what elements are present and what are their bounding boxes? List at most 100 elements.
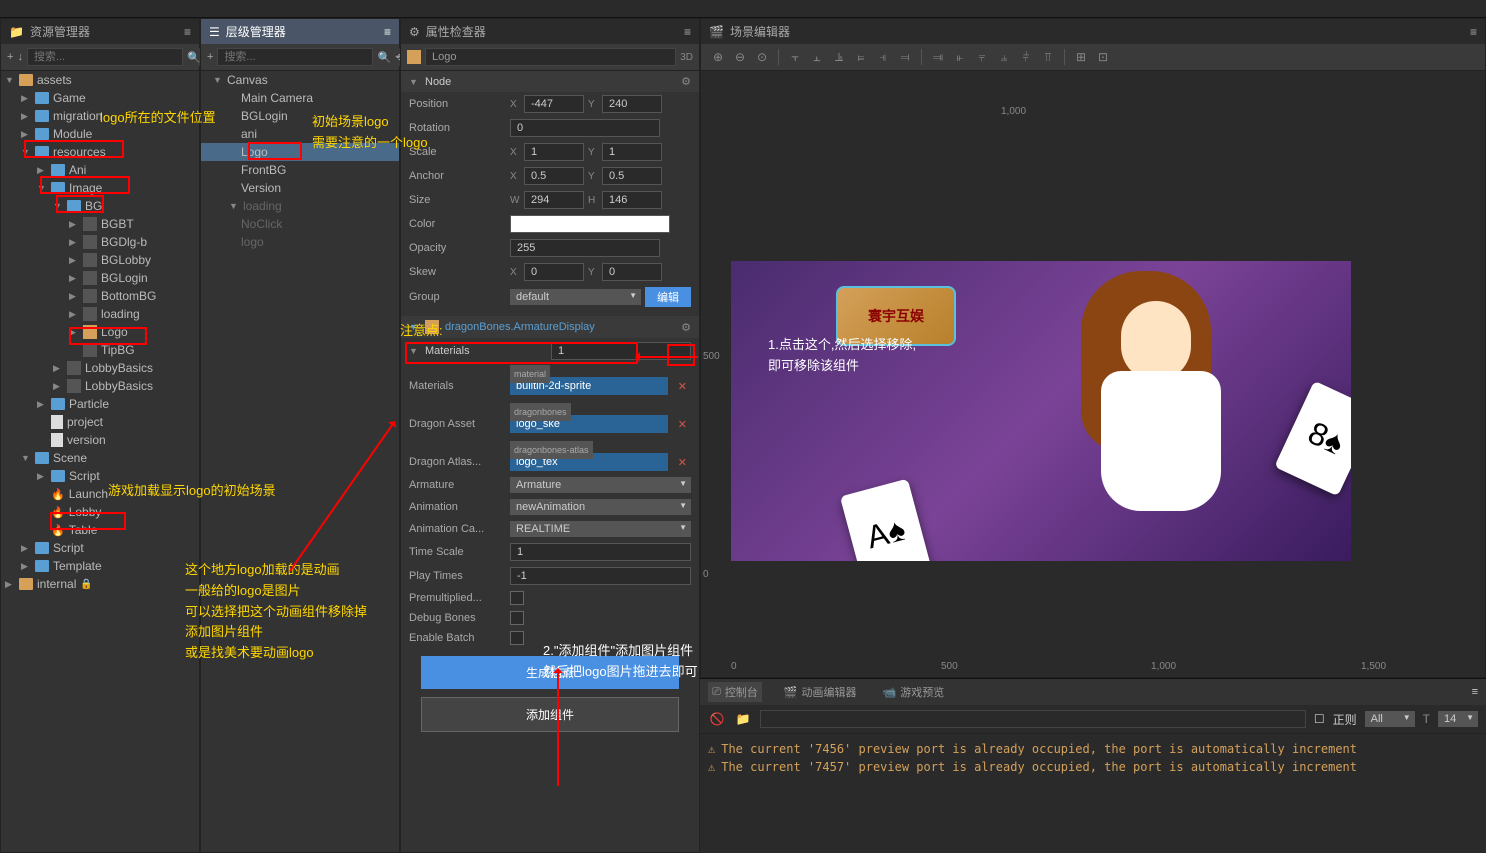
anchor-y-input[interactable] <box>602 167 662 185</box>
hierarchy-tree[interactable]: ▼Canvas Main Camera BGLogin ani Logo Fro… <box>201 71 399 852</box>
console-line: The current '7457' preview port is alrea… <box>721 760 1357 774</box>
group-dropdown[interactable]: default <box>510 289 641 305</box>
hierarchy-panel: ☰ 层级管理器 ≡ + 🔍 ⟲ ⤢ ▼Canvas Main Camera BG… <box>200 18 400 853</box>
component-enabled-checkbox[interactable] <box>425 320 439 334</box>
search-icon[interactable]: 🔍 <box>187 48 201 66</box>
console-line: The current '7456' preview port is alrea… <box>721 742 1357 756</box>
dist-h-icon[interactable]: ⫥ <box>929 48 947 66</box>
grid-icon[interactable]: ⊞ <box>1072 48 1090 66</box>
node-enabled-checkbox[interactable] <box>407 50 421 64</box>
remove-btn[interactable]: ✕ <box>674 456 691 469</box>
dist-v-icon[interactable]: ⫦ <box>951 48 969 66</box>
hierarchy-logo[interactable]: Logo <box>201 143 399 161</box>
hierarchy-search[interactable] <box>217 48 373 66</box>
align-top-icon[interactable]: ⫢ <box>852 48 870 66</box>
assets-title: 资源管理器 <box>30 23 178 40</box>
console-search[interactable] <box>760 710 1306 728</box>
scene-toolbar: ⊕ ⊖ ⊙ ⫟ ⫠ ⫡ ⫢ ⫣ ⫤ ⫥ ⫦ ⫧ ⫨ ⫩ ⫪ ⊞ ⊡ <box>701 44 1485 71</box>
scale-x-input[interactable] <box>524 143 584 161</box>
align-left-icon[interactable]: ⫟ <box>786 48 804 66</box>
scene-panel: 🎬 场景编辑器 ≡ ⊕ ⊖ ⊙ ⫟ ⫠ ⫡ ⫢ ⫣ ⫤ ⫥ ⫦ ⫧ ⫨ ⫩ <box>700 18 1486 678</box>
scene-viewport[interactable]: 1,000 500 0 寰宇互娱 8♠ A♠ 0 500 <box>701 71 1485 677</box>
rot-input[interactable] <box>510 119 660 137</box>
search-icon[interactable]: 🔍 <box>377 48 391 66</box>
add-btn[interactable]: + <box>207 48 213 66</box>
scene-title: 场景编辑器 <box>730 23 1464 40</box>
skew-y-input[interactable] <box>602 263 662 281</box>
align-right-icon[interactable]: ⫡ <box>830 48 848 66</box>
logo-node[interactable]: 寰宇互娱 <box>836 286 956 346</box>
node-name-input[interactable] <box>425 48 676 66</box>
menu-icon[interactable]: ≡ <box>384 25 391 39</box>
dragon-asset-ref[interactable]: dragonboneslogo_ske <box>510 415 668 433</box>
tab-console[interactable]: ⎚控制台 <box>708 682 762 702</box>
align-middle-icon[interactable]: ⫣ <box>874 48 892 66</box>
menu-icon[interactable]: ≡ <box>184 25 191 39</box>
scale-y-input[interactable] <box>602 143 662 161</box>
add-btn[interactable]: + <box>7 48 13 66</box>
playtimes-input[interactable] <box>510 567 691 585</box>
size-h-input[interactable] <box>602 191 662 209</box>
pos-y-input[interactable] <box>602 95 662 113</box>
dist-icon[interactable]: ⫪ <box>1039 48 1057 66</box>
timescale-input[interactable] <box>510 543 691 561</box>
fontsize-dropdown[interactable]: 14 <box>1438 711 1478 727</box>
color-picker[interactable] <box>510 215 670 233</box>
align-center-icon[interactable]: ⫠ <box>808 48 826 66</box>
animation-dropdown[interactable]: newAnimation <box>510 499 691 515</box>
size-w-input[interactable] <box>524 191 584 209</box>
warn-icon: ⚠ <box>708 742 715 756</box>
gear-icon[interactable]: ⚙ <box>681 321 691 334</box>
dist-icon[interactable]: ⫧ <box>973 48 991 66</box>
assets-tree[interactable]: ▼assets ▶Game ▶migration ▶Module ▼resour… <box>1 71 199 852</box>
regex-checkbox[interactable]: ☐ <box>1314 712 1325 726</box>
gear-icon: ⚙ <box>409 25 420 39</box>
zoom-out-icon[interactable]: ⊖ <box>731 48 749 66</box>
folder-icon[interactable]: 📁 <box>734 710 752 728</box>
opacity-input[interactable] <box>510 239 660 257</box>
menu-icon[interactable]: ≡ <box>684 25 691 39</box>
hierarchy-title: 层级管理器 <box>226 23 378 40</box>
remove-btn[interactable]: ✕ <box>674 418 691 431</box>
gear-icon[interactable]: ⚙ <box>681 75 691 88</box>
assets-icon: 📁 <box>9 25 24 39</box>
generate-btn[interactable]: 生成挂点 <box>421 656 679 689</box>
assets-panel: 📁 资源管理器 ≡ + ↓ 🔍 ▼assets ▶Game ▶migration… <box>0 18 200 853</box>
edit-btn[interactable]: 编辑 <box>645 287 691 307</box>
dragon-atlas-ref[interactable]: dragonbones-atlaslogo_tex <box>510 453 668 471</box>
console-panel: ⎚控制台 🎬动画编辑器 📹游戏预览 ≡ 🚫 📁 ☐ 正则 All T 14 ⚠T… <box>700 678 1486 853</box>
material-ref[interactable]: materialbuiltin-2d-sprite <box>510 377 668 395</box>
premult-checkbox[interactable] <box>510 591 524 605</box>
menu-icon[interactable]: ≡ <box>1470 25 1477 39</box>
align-bottom-icon[interactable]: ⫤ <box>896 48 914 66</box>
tab-animation[interactable]: 🎬动画编辑器 <box>780 682 861 702</box>
inspector-title: 属性检查器 <box>426 23 678 40</box>
warn-icon: ⚠ <box>708 760 715 774</box>
sort-btn[interactable]: ↓ <box>17 48 23 66</box>
cache-dropdown[interactable]: REALTIME <box>510 521 691 537</box>
pos-x-input[interactable] <box>524 95 584 113</box>
scene-canvas[interactable]: 寰宇互娱 8♠ A♠ <box>731 261 1351 561</box>
hierarchy-icon: ☰ <box>209 25 220 39</box>
assets-search[interactable] <box>27 48 183 66</box>
node-section[interactable]: ▼ Node ⚙ <box>401 71 699 92</box>
anchor-x-input[interactable] <box>524 167 584 185</box>
dist-icon[interactable]: ⫩ <box>1017 48 1035 66</box>
snap-icon[interactable]: ⊡ <box>1094 48 1112 66</box>
clear-icon[interactable]: 🚫 <box>708 710 726 728</box>
add-component-btn[interactable]: 添加组件 <box>421 697 679 732</box>
zoom-in-icon[interactable]: ⊕ <box>709 48 727 66</box>
component-section[interactable]: ▼ dragonBones.ArmatureDisplay ⚙ <box>401 316 699 338</box>
debugbones-checkbox[interactable] <box>510 611 524 625</box>
skew-x-input[interactable] <box>524 263 584 281</box>
menu-icon[interactable]: ≡ <box>1472 686 1478 698</box>
scene-icon: 🎬 <box>709 25 724 39</box>
inspector-panel: ⚙ 属性检查器 ≡ 3D ▼ Node ⚙ PositionXY Rotatio… <box>400 18 700 853</box>
filter-dropdown[interactable]: All <box>1365 711 1415 727</box>
remove-btn[interactable]: ✕ <box>674 380 691 393</box>
tab-preview[interactable]: 📹游戏预览 <box>879 682 949 702</box>
dist-icon[interactable]: ⫨ <box>995 48 1013 66</box>
armature-dropdown[interactable]: Armature <box>510 477 691 493</box>
enablebatch-checkbox[interactable] <box>510 631 524 645</box>
zoom-fit-icon[interactable]: ⊙ <box>753 48 771 66</box>
